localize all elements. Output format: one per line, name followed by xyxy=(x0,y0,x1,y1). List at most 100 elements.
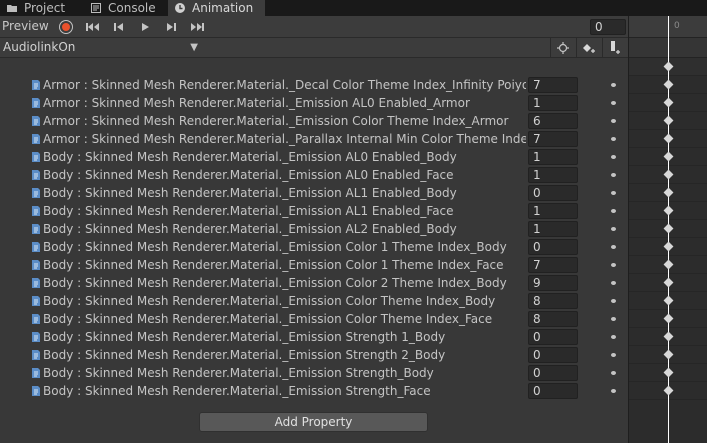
keyframe-options-icon[interactable] xyxy=(611,299,616,303)
property-value-field[interactable]: 7 xyxy=(528,131,578,147)
property-value-field[interactable]: 1 xyxy=(528,95,578,111)
property-row[interactable]: Armor : Skinned Mesh Renderer.Material._… xyxy=(0,112,628,130)
property-row[interactable]: Body : Skinned Mesh Renderer.Material._E… xyxy=(0,202,628,220)
property-value-field[interactable]: 1 xyxy=(528,203,578,219)
property-value-field[interactable]: 7 xyxy=(528,77,578,93)
property-row[interactable]: Body : Skinned Mesh Renderer.Material._E… xyxy=(0,310,628,328)
keyframe-options-icon[interactable] xyxy=(611,389,616,393)
property-value-field[interactable]: 0 xyxy=(528,329,578,345)
tab-label: Animation xyxy=(192,1,254,15)
property-icon xyxy=(30,259,42,271)
property-name: Body : Skinned Mesh Renderer.Material._E… xyxy=(43,258,504,272)
last-keyframe-button[interactable] xyxy=(186,18,208,36)
last-keyframe-icon xyxy=(191,23,204,31)
property-name: Body : Skinned Mesh Renderer.Material._E… xyxy=(43,186,457,200)
animation-property-panel: Preview 0 AudiolinkOn ▼ Armor: Skinned … xyxy=(0,16,628,443)
property-value-field[interactable]: 0 xyxy=(528,185,578,201)
add-keyframe-button[interactable] xyxy=(576,38,600,58)
record-button[interactable] xyxy=(55,18,77,36)
property-value-field[interactable]: 6 xyxy=(528,113,578,129)
property-row[interactable]: Body : Skinned Mesh Renderer.Material._E… xyxy=(0,274,628,292)
keyframe-options-icon[interactable] xyxy=(611,353,616,357)
first-keyframe-icon xyxy=(86,23,99,31)
dopesheet-timeline[interactable]: 0 xyxy=(629,16,707,443)
property-value-field[interactable]: 0 xyxy=(528,383,578,399)
play-button[interactable] xyxy=(134,18,156,36)
property-row[interactable]: Body : Skinned Mesh Renderer.Material._E… xyxy=(0,292,628,310)
property-icon xyxy=(30,79,42,91)
keyframe-options-icon[interactable] xyxy=(611,101,616,105)
keyframe-options-icon[interactable] xyxy=(611,317,616,321)
keyframe-options-icon[interactable] xyxy=(611,371,616,375)
property-value-field[interactable]: 0 xyxy=(528,347,578,363)
property-icon xyxy=(30,115,42,127)
add-keyframe-icon xyxy=(582,44,595,53)
add-property-button[interactable]: Add Property xyxy=(199,412,428,432)
property-icon xyxy=(30,169,42,181)
property-name: Body : Skinned Mesh Renderer.Material._E… xyxy=(43,348,446,362)
property-name: Body : Skinned Mesh Renderer.Material._E… xyxy=(43,384,431,398)
keyframe-options-icon[interactable] xyxy=(611,281,616,285)
keyframe-options-icon[interactable] xyxy=(611,83,616,87)
keyframe-options-icon[interactable] xyxy=(611,137,616,141)
property-value-field[interactable]: 8 xyxy=(528,293,578,309)
keyframe-options-icon[interactable] xyxy=(611,245,616,249)
property-row[interactable]: Body : Skinned Mesh Renderer.Material._E… xyxy=(0,166,628,184)
add-event-icon xyxy=(610,41,620,54)
property-value-field[interactable]: 1 xyxy=(528,149,578,165)
keyframe-options-icon[interactable] xyxy=(611,263,616,267)
property-name: Body : Skinned Mesh Renderer.Material._E… xyxy=(43,168,454,182)
property-value-field[interactable]: 0 xyxy=(528,239,578,255)
property-name: Body : Skinned Mesh Renderer.Material._E… xyxy=(43,204,454,218)
playback-toolbar: Preview 0 xyxy=(0,16,628,38)
clip-dropdown[interactable]: AudiolinkOn ▼ xyxy=(0,39,202,57)
record-icon xyxy=(60,21,72,33)
next-keyframe-button[interactable] xyxy=(160,18,182,36)
property-row[interactable]: Body : Skinned Mesh Renderer.Material._E… xyxy=(0,184,628,202)
property-row[interactable]: Body : Skinned Mesh Renderer.Material._E… xyxy=(0,364,628,382)
next-keyframe-icon xyxy=(167,23,176,31)
property-value-field[interactable]: 1 xyxy=(528,167,578,183)
property-icon xyxy=(30,277,42,289)
frame-input[interactable]: 0 xyxy=(590,19,626,35)
property-row[interactable]: Armor : Skinned Mesh Renderer.Material._… xyxy=(0,130,628,148)
property-row[interactable]: Body : Skinned Mesh Renderer.Material._E… xyxy=(0,346,628,364)
property-row[interactable]: Body : Skinned Mesh Renderer.Material._E… xyxy=(0,382,628,400)
property-value-field[interactable]: 7 xyxy=(528,257,578,273)
first-keyframe-button[interactable] xyxy=(82,18,104,36)
property-row[interactable]: Body : Skinned Mesh Renderer.Material._E… xyxy=(0,328,628,346)
property-row[interactable]: Armor : Skinned Mesh Renderer.Material._… xyxy=(0,94,628,112)
property-icon xyxy=(30,151,42,163)
add-event-button[interactable] xyxy=(602,38,626,58)
preview-toggle[interactable]: Preview xyxy=(2,19,49,33)
property-row[interactable]: Body : Skinned Mesh Renderer.Material._E… xyxy=(0,238,628,256)
keyframe-options-icon[interactable] xyxy=(611,227,616,231)
keyframe-options-icon[interactable] xyxy=(611,209,616,213)
tab-console[interactable]: Console xyxy=(84,0,166,16)
property-row[interactable]: Body : Skinned Mesh Renderer.Material._E… xyxy=(0,256,628,274)
tab-project[interactable]: Project xyxy=(0,0,86,16)
property-row[interactable]: Body : Skinned Mesh Renderer.Material._E… xyxy=(0,220,628,238)
property-value-field[interactable]: 9 xyxy=(528,275,578,291)
property-row[interactable]: Armor : Skinned Mesh Renderer.Material._… xyxy=(0,76,628,94)
property-icon xyxy=(30,223,42,235)
previous-keyframe-button[interactable] xyxy=(108,18,130,36)
filter-keyframes-button[interactable] xyxy=(550,38,574,58)
keyframe-options-icon[interactable] xyxy=(611,335,616,339)
property-value-field[interactable]: 8 xyxy=(528,311,578,327)
tab-label: Console xyxy=(108,1,156,15)
keyframe-options-icon[interactable] xyxy=(611,155,616,159)
animation-icon xyxy=(175,3,185,13)
keyframe-options-icon[interactable] xyxy=(611,191,616,195)
tab-label: Project xyxy=(24,1,66,15)
property-name: Body : Skinned Mesh Renderer.Material._E… xyxy=(43,294,496,308)
property-value-field[interactable]: 0 xyxy=(528,365,578,381)
keyframe-options-icon[interactable] xyxy=(611,119,616,123)
tab-animation[interactable]: Animation xyxy=(168,0,265,16)
folder-icon xyxy=(7,5,17,12)
keyframe-options-icon[interactable] xyxy=(611,173,616,177)
property-row[interactable]: Body : Skinned Mesh Renderer.Material._E… xyxy=(0,148,628,166)
property-list: Armor : Skinned Mesh Renderer.Material._… xyxy=(0,76,628,400)
property-value-field[interactable]: 1 xyxy=(528,221,578,237)
property-icon xyxy=(30,349,42,361)
